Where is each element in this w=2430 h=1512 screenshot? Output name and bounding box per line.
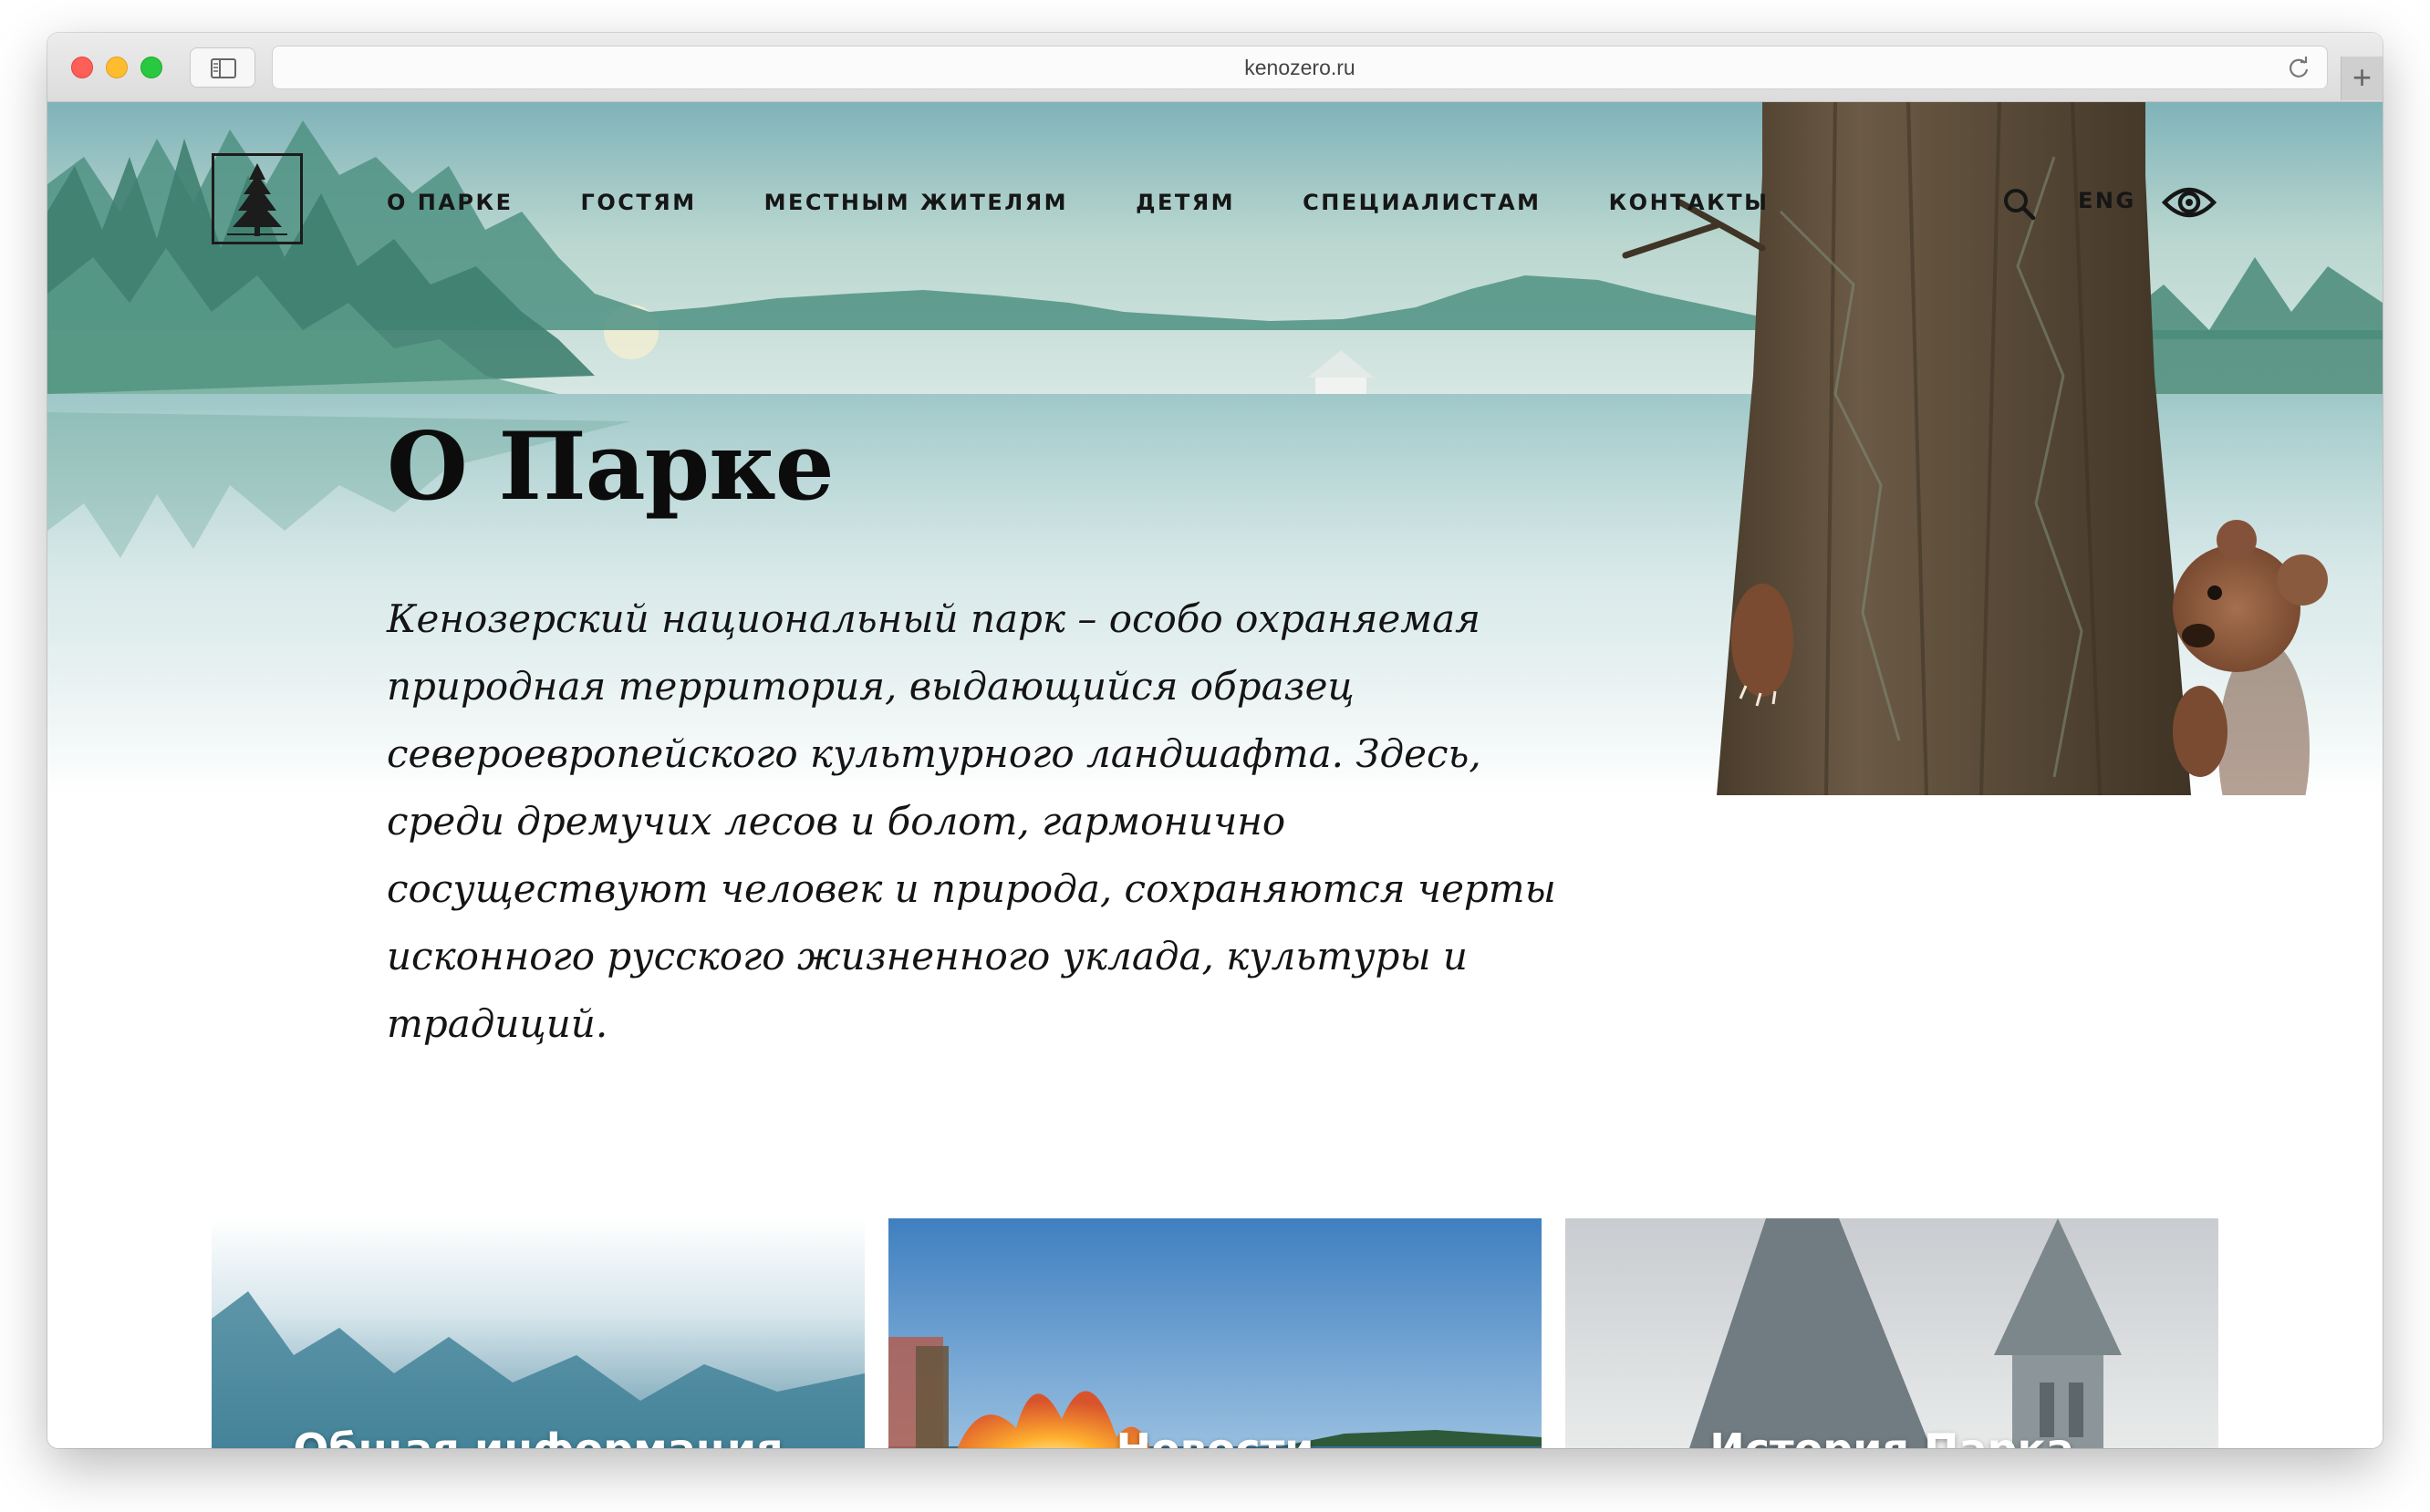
browser-window: kenozero.ru + О ПАРКЕ ГОСТЯМ МЕСТНЫМ ЖИТ… (47, 33, 2383, 1448)
card-image (212, 1218, 865, 1448)
main-nav: О ПАРКЕ ГОСТЯМ МЕСТНЫМ ЖИТЕЛЯМ ДЕТЯМ СПЕ… (387, 182, 1769, 223)
page-title: О Парке (387, 412, 835, 522)
minimize-window-button[interactable] (106, 57, 128, 78)
language-switch[interactable]: ENG (2078, 188, 2136, 213)
card-news[interactable]: Новости (888, 1218, 1542, 1448)
close-window-button[interactable] (71, 57, 93, 78)
sidebar-toggle-button[interactable] (190, 47, 255, 88)
card-image (888, 1218, 1542, 1448)
eye-icon[interactable] (2162, 182, 2217, 223)
page-content: О ПАРКЕ ГОСТЯМ МЕСТНЫМ ЖИТЕЛЯМ ДЕТЯМ СПЕ… (47, 102, 2383, 1448)
nav-item-children[interactable]: ДЕТЯМ (1136, 190, 1235, 215)
fir-tree-icon (227, 163, 287, 236)
nav-item-contacts[interactable]: КОНТАКТЫ (1609, 190, 1770, 215)
intro-text: Кенозерский национальный парк – особо ох… (387, 596, 1556, 1046)
card-general-info[interactable]: Общая информация (212, 1218, 865, 1448)
zoom-window-button[interactable] (140, 57, 162, 78)
new-tab-button[interactable]: + (2341, 57, 2383, 100)
card-park-history[interactable]: История Парка (1565, 1218, 2218, 1448)
card-label: История Парка (1565, 1424, 2218, 1448)
nav-item-specialists[interactable]: СПЕЦИАЛИСТАМ (1303, 190, 1541, 215)
search-icon[interactable] (2001, 186, 2038, 223)
card-label: Новости (888, 1424, 1542, 1448)
nav-item-about[interactable]: О ПАРКЕ (387, 190, 514, 215)
reload-icon[interactable] (2287, 56, 2311, 79)
browser-titlebar: kenozero.ru + (47, 33, 2383, 102)
address-bar[interactable]: kenozero.ru (272, 46, 2328, 89)
card-label: Общая информация (212, 1424, 865, 1448)
card-image (1565, 1218, 2218, 1448)
park-logo[interactable] (212, 153, 303, 244)
section-cards: Общая информация (212, 1218, 2218, 1448)
nav-item-locals[interactable]: МЕСТНЫМ ЖИТЕЛЯМ (764, 190, 1068, 215)
sidebar-icon (211, 58, 236, 78)
nav-item-guests[interactable]: ГОСТЯМ (581, 190, 697, 215)
url-text: kenozero.ru (1244, 55, 1355, 79)
